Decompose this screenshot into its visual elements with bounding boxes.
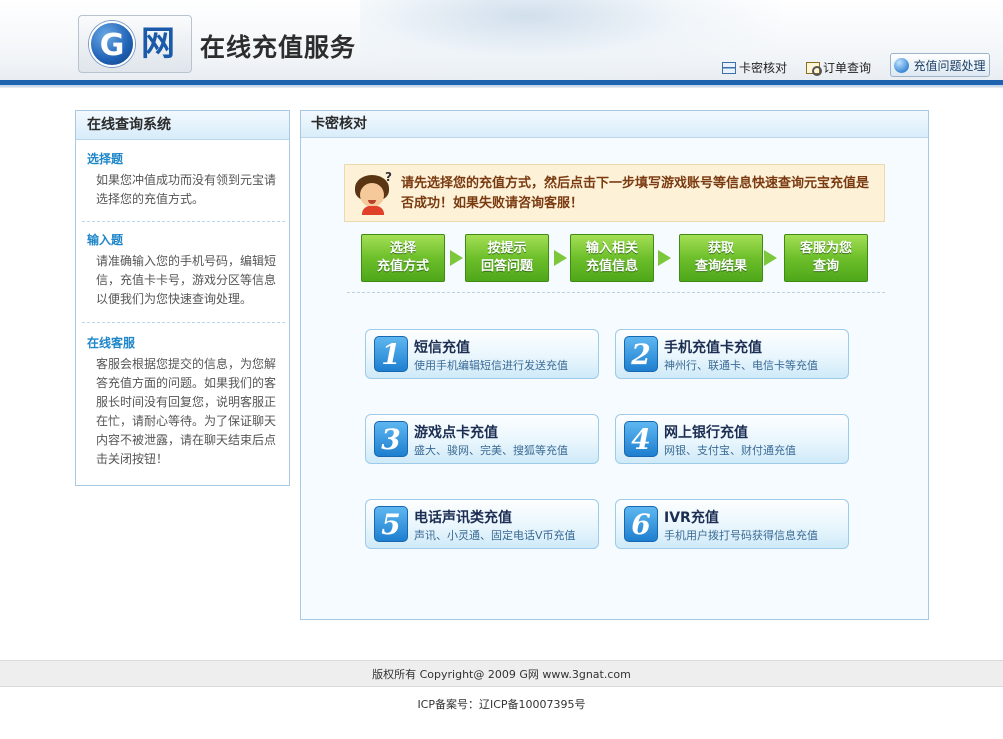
footer-icp: ICP备案号：辽ICP备10007395号 (417, 698, 586, 711)
logo-wang-text: 网 (141, 24, 175, 64)
card-icon (722, 61, 736, 74)
order-query-link[interactable]: 订单查询 (806, 59, 871, 76)
pay-method-title: 电话声讯类充值 (414, 510, 512, 526)
step-line: 查询 (812, 259, 839, 274)
pay-method-phone-card[interactable]: 2 手机充值卡充值 神州行、联通卡、电信卡等充值 (615, 329, 849, 379)
card-check-link[interactable]: 卡密核对 (722, 59, 787, 76)
number-2-icon: 2 (624, 336, 658, 372)
step-get-result: 获取 查询结果 (679, 234, 763, 282)
card-check-label: 卡密核对 (739, 61, 788, 75)
step-answer-questions: 按提示 回答问题 (465, 234, 549, 282)
pay-method-subtitle: 声讯、小灵通、固定电话V币充值 (414, 529, 576, 542)
pay-method-title: 网上银行充值 (664, 425, 748, 441)
step-line: 客服为您 (799, 241, 852, 256)
step-line: 输入相关 (585, 241, 638, 256)
logo-g-mark: G (89, 21, 135, 67)
customer-service-avatar-icon: ? (353, 170, 393, 215)
sidebar-section-heading[interactable]: 在线客服 (87, 334, 278, 351)
pay-method-subtitle: 网银、支付宝、财付通充值 (664, 444, 796, 457)
sidebar-divider (82, 322, 285, 323)
process-steps: 选择 充值方式 按提示 回答问题 输入相关 充值信息 获取 查询结果 客服为您 … (361, 234, 871, 282)
pay-method-subtitle: 使用手机编辑短信进行发送充值 (414, 359, 568, 372)
header: G 网 在线充值服务 卡密核对 订单查询 充值问题处理 (0, 0, 1003, 88)
sidebar: 在线查询系统 选择题 如果您冲值成功而没有领到元宝请选择您的充值方式。 输入题 … (75, 110, 290, 486)
pay-method-game-card[interactable]: 3 游戏点卡充值 盛大、骏网、完美、搜狐等充值 (365, 414, 599, 464)
globe-icon (894, 57, 910, 73)
sidebar-section-choice: 选择题 如果您冲值成功而没有领到元宝请选择您的充值方式。 (76, 150, 289, 209)
sidebar-section-input: 输入题 请准确输入您的手机号码，编辑短信，充值卡卡号，游戏分区等信息以便我们为您… (76, 231, 289, 309)
step-line: 回答问题 (480, 259, 533, 274)
step-line: 查询结果 (694, 259, 747, 274)
pay-method-online-bank[interactable]: 4 网上银行充值 网银、支付宝、财付通充值 (615, 414, 849, 464)
order-query-label: 订单查询 (823, 61, 872, 75)
arrow-right-icon (764, 250, 777, 266)
pay-method-subtitle: 手机用户拨打号码获得信息充值 (664, 529, 818, 542)
number-3-icon: 3 (374, 421, 408, 457)
sidebar-section-text: 如果您冲值成功而没有领到元宝请选择您的充值方式。 (96, 173, 277, 206)
pay-method-title: 短信充值 (414, 340, 470, 356)
footer-copyright: 版权所有 Copyright@ 2009 G网 www.3gnat.com (0, 660, 1003, 687)
step-line: 获取 (707, 241, 734, 256)
arrow-right-icon (450, 250, 463, 266)
header-divider-shadow (0, 85, 1003, 87)
number-5-icon: 5 (374, 506, 408, 542)
sidebar-section-text: 请准确输入您的手机号码，编辑短信，充值卡卡号，游戏分区等信息以便我们为您快速查询… (96, 254, 277, 306)
main-panel: 卡密核对 ? 请先选择您的充值方式，然后点击下一步填写游戏账号等信息快速查询元宝… (300, 110, 929, 620)
site-title: 在线充值服务 (200, 33, 357, 62)
main-panel-title: 卡密核对 (301, 111, 928, 138)
step-line: 选择 (389, 241, 416, 256)
pay-method-telephone[interactable]: 5 电话声讯类充值 声讯、小灵通、固定电话V币充值 (365, 499, 599, 549)
step-line: 按提示 (487, 241, 527, 256)
number-4-icon: 4 (624, 421, 658, 457)
pay-method-title: 游戏点卡充值 (414, 425, 498, 441)
number-1-icon: 1 (374, 336, 408, 372)
site-logo[interactable]: G 网 (78, 15, 192, 73)
pay-method-title: IVR充值 (664, 510, 719, 526)
pay-method-title: 手机充值卡充值 (664, 340, 762, 356)
step-line: 充值信息 (585, 259, 638, 274)
step-service-query: 客服为您 查询 (784, 234, 868, 282)
sidebar-section-heading[interactable]: 选择题 (87, 150, 278, 167)
section-divider (347, 292, 885, 293)
header-decoration (360, 0, 780, 80)
pay-method-ivr[interactable]: 6 IVR充值 手机用户拨打号码获得信息充值 (615, 499, 849, 549)
number-6-icon: 6 (624, 506, 658, 542)
recharge-problem-button[interactable]: 充值问题处理 (890, 53, 990, 77)
arrow-right-icon (554, 250, 567, 266)
search-document-icon (806, 61, 822, 76)
arrow-right-icon (658, 250, 671, 266)
notice-text: 请先选择您的充值方式，然后点击下一步填写游戏账号等信息快速查询元宝充值是否成功！… (401, 176, 870, 211)
sidebar-title: 在线查询系统 (76, 111, 289, 140)
step-select-method: 选择 充值方式 (361, 234, 445, 282)
step-enter-info: 输入相关 充值信息 (570, 234, 654, 282)
sidebar-section-service: 在线客服 客服会根据您提交的信息，为您解答充值方面的问题。如果我们的客服长时间没… (76, 334, 289, 469)
sidebar-divider (82, 221, 285, 222)
sidebar-section-text: 客服会根据您提交的信息，为您解答充值方面的问题。如果我们的客服长时间没有回复您，… (96, 357, 277, 466)
pay-method-sms[interactable]: 1 短信充值 使用手机编辑短信进行发送充值 (365, 329, 599, 379)
pay-method-subtitle: 神州行、联通卡、电信卡等充值 (664, 359, 818, 372)
sidebar-section-heading[interactable]: 输入题 (87, 231, 278, 248)
pay-method-subtitle: 盛大、骏网、完美、搜狐等充值 (414, 444, 568, 457)
step-line: 充值方式 (376, 259, 429, 274)
instruction-notice: ? 请先选择您的充值方式，然后点击下一步填写游戏账号等信息快速查询元宝充值是否成… (344, 164, 885, 222)
recharge-problem-label: 充值问题处理 (913, 58, 986, 73)
